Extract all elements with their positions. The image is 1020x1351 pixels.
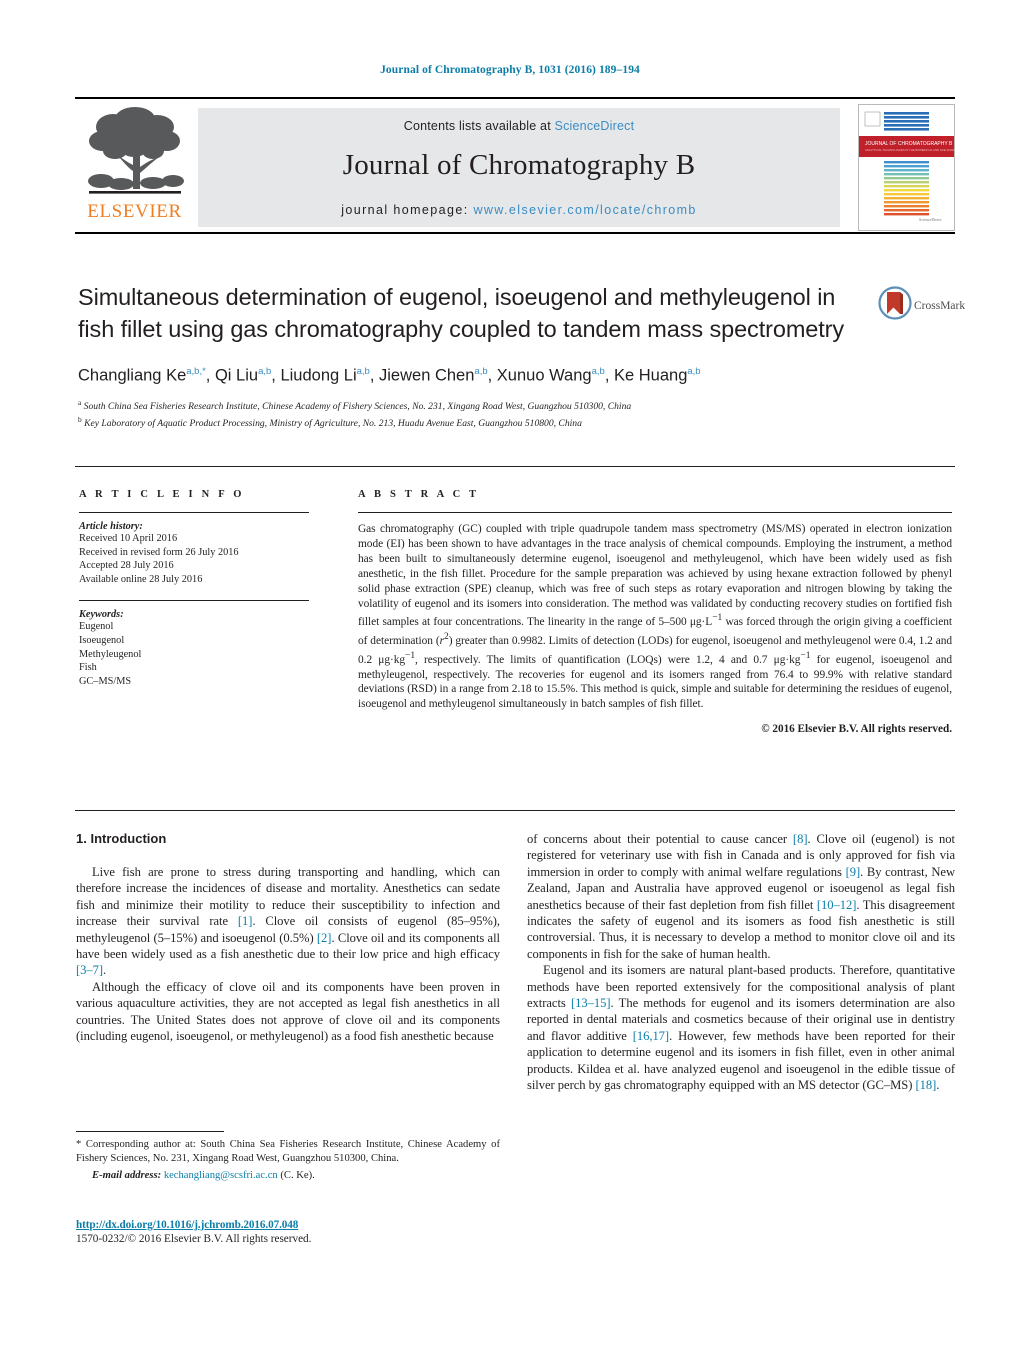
doi-link[interactable]: http://dx.doi.org/10.1016/j.jchromb.2016… — [76, 1219, 506, 1231]
citation-link[interactable]: [10–12] — [817, 898, 857, 912]
keywords-list: Eugenol Isoeugenol Methyleugenol Fish GC–MS/… — [79, 620, 309, 688]
affiliation: b Key Laboratory of Aquatic Product Proc… — [78, 415, 582, 430]
author-name: Liudong Li — [280, 366, 357, 385]
body-column-right: of concerns about their potential to cau… — [527, 831, 955, 1094]
divider — [79, 600, 309, 602]
svg-text:JOURNAL OF CHROMATOGRAPHY B: JOURNAL OF CHROMATOGRAPHY B — [865, 141, 953, 147]
citation-link[interactable]: [9] — [846, 865, 861, 879]
abstract-column: A B S T R A C T Gas chromatography (GC) … — [358, 489, 952, 735]
article-history-item: Available online 28 July 2016 — [79, 573, 203, 585]
body-paragraph: Live fish are prone to stress during tra… — [76, 865, 500, 978]
corresponding-author-note: * Corresponding author at: South China S… — [76, 1139, 500, 1165]
crossmark-icon — [878, 286, 912, 320]
author-affil-marker: a,b — [591, 366, 605, 377]
masthead-band: Contents lists available at ScienceDirec… — [198, 108, 840, 227]
crossmark-badge[interactable]: CrossMark — [878, 286, 965, 330]
journal-masthead: ELSEVIER Contents lists available at Sci… — [75, 97, 955, 234]
citation-link[interactable]: [18] — [915, 1078, 936, 1092]
article-history-item: Received 10 April 2016 — [79, 533, 178, 544]
author-list: Changliang Kea,b,*, Qi Liua,b, Liudong L… — [78, 366, 701, 385]
cover-art-icon: JOURNAL OF CHROMATOGRAPHY B ANALYTICAL T… — [859, 105, 954, 230]
footnote-block: * Corresponding author at: South China S… — [76, 1131, 500, 1184]
email-label: E-mail address: — [92, 1170, 162, 1182]
citation-link[interactable]: [2] — [317, 931, 332, 945]
svg-text:ANALYTICAL TECHNOLOGIES IN THE: ANALYTICAL TECHNOLOGIES IN THE BIOMEDICA… — [865, 148, 954, 152]
keywords-label: Keywords: — [79, 609, 124, 621]
article-info-column: A R T I C L E I N F O Article history: R… — [79, 489, 309, 688]
keyword-item: Methyleugenol — [79, 648, 142, 660]
keyword-item: Fish — [79, 662, 97, 674]
journal-cover-thumbnail: JOURNAL OF CHROMATOGRAPHY B ANALYTICAL T… — [858, 104, 955, 231]
sciencedirect-link[interactable]: ScienceDirect — [555, 119, 635, 133]
body-paragraph: of concerns about their potential to cau… — [527, 832, 955, 961]
article-history-list: Received 10 April 2016 Received in revise… — [79, 532, 309, 586]
copyright-line: © 2016 Elsevier B.V. All rights reserved… — [761, 723, 952, 736]
body-column-left: 1. Introduction Live fish are prone to s… — [76, 831, 500, 1044]
contents-line: Contents lists available at ScienceDirec… — [198, 108, 840, 133]
article-info-heading: A R T I C L E I N F O — [79, 489, 245, 500]
author-name: Ke Huang — [613, 366, 688, 385]
citation-link[interactable]: [1] — [238, 914, 253, 928]
page-title: Simultaneous determination of eugenol, i… — [78, 284, 845, 342]
body-paragraph: Eugenol and its isomers are natural plan… — [527, 963, 955, 1093]
author-affil-marker: a,b — [474, 366, 488, 377]
section-heading-introduction: 1. Introduction — [76, 831, 167, 846]
journal-title: Journal of Chromatography B — [342, 149, 696, 181]
affiliation-marker: b — [78, 415, 82, 425]
email-link[interactable]: kechangliang@scsfri.ac.cn — [164, 1170, 278, 1181]
divider — [358, 512, 952, 513]
divider — [79, 512, 309, 513]
elsevier-tree-icon — [87, 107, 184, 194]
elsevier-logo: ELSEVIER — [77, 105, 192, 230]
running-head: Journal of Chromatography B, 1031 (2016)… — [380, 64, 640, 76]
body-paragraph: Although the efficacy of clove oil and i… — [76, 979, 500, 1044]
abstract-text: Gas chromatography (GC) coupled with tri… — [358, 523, 952, 711]
contents-prefix: Contents lists available at — [403, 119, 555, 133]
author-affil-marker: a,b — [356, 366, 370, 377]
citation-link[interactable]: [13–15] — [571, 996, 611, 1010]
keyword-item: Isoeugenol — [79, 634, 125, 646]
citation-link[interactable]: [8] — [793, 832, 808, 846]
author-name: Xunuo Wang — [496, 366, 592, 385]
author-affil-marker: a,b — [687, 366, 701, 377]
author-affil-marker: a,b,* — [186, 366, 206, 377]
issn-copyright: 1570-0232/© 2016 Elsevier B.V. All right… — [76, 1233, 312, 1245]
keyword-item: GC–MS/MS — [79, 675, 132, 687]
doi-block: http://dx.doi.org/10.1016/j.jchromb.2016… — [76, 1219, 506, 1245]
crossmark-label: CrossMark — [914, 300, 966, 312]
affiliation-list: a South China Sea Fisheries Research Ins… — [78, 396, 848, 431]
email-note: E-mail address: kechangliang@scsfri.ac.c… — [76, 1169, 500, 1184]
title-block: Simultaneous determination of eugenol, i… — [78, 281, 848, 431]
footnote-rule — [76, 1131, 224, 1132]
article-history-item: Received in revised form 26 July 2016 — [79, 546, 239, 558]
author-name: Changliang Ke — [78, 366, 187, 385]
left-paragraphs: Live fish are prone to stress during tra… — [76, 864, 500, 1044]
homepage-url-link[interactable]: www.elsevier.com/locate/chromb — [473, 203, 696, 217]
svg-text:ScienceDirect: ScienceDirect — [919, 217, 942, 222]
affiliation: a South China Sea Fisheries Research Ins… — [78, 397, 632, 412]
citation-link[interactable]: [3–7] — [76, 963, 103, 977]
homepage-line: journal homepage: www.elsevier.com/locat… — [198, 203, 840, 217]
author-name: Jiewen Chen — [379, 366, 475, 385]
right-paragraphs: of concerns about their potential to cau… — [527, 831, 955, 1094]
abstract-heading: A B S T R A C T — [358, 489, 480, 500]
elsevier-wordmark: ELSEVIER — [87, 201, 182, 222]
citation-link[interactable]: [16,17] — [633, 1029, 669, 1043]
keyword-item: Eugenol — [79, 621, 114, 633]
article-history-label: Article history: — [79, 521, 143, 532]
author-name: Qi Liu — [214, 366, 259, 385]
affiliation-marker: a — [78, 397, 82, 407]
article-history-item: Accepted 28 July 2016 — [79, 560, 174, 572]
email-suffix: (C. Ke). — [280, 1170, 315, 1182]
homepage-prefix: journal homepage: — [341, 203, 474, 217]
author-affil-marker: a,b — [258, 366, 272, 377]
paper-page: Journal of Chromatography B, 1031 (2016)… — [0, 0, 1020, 1351]
